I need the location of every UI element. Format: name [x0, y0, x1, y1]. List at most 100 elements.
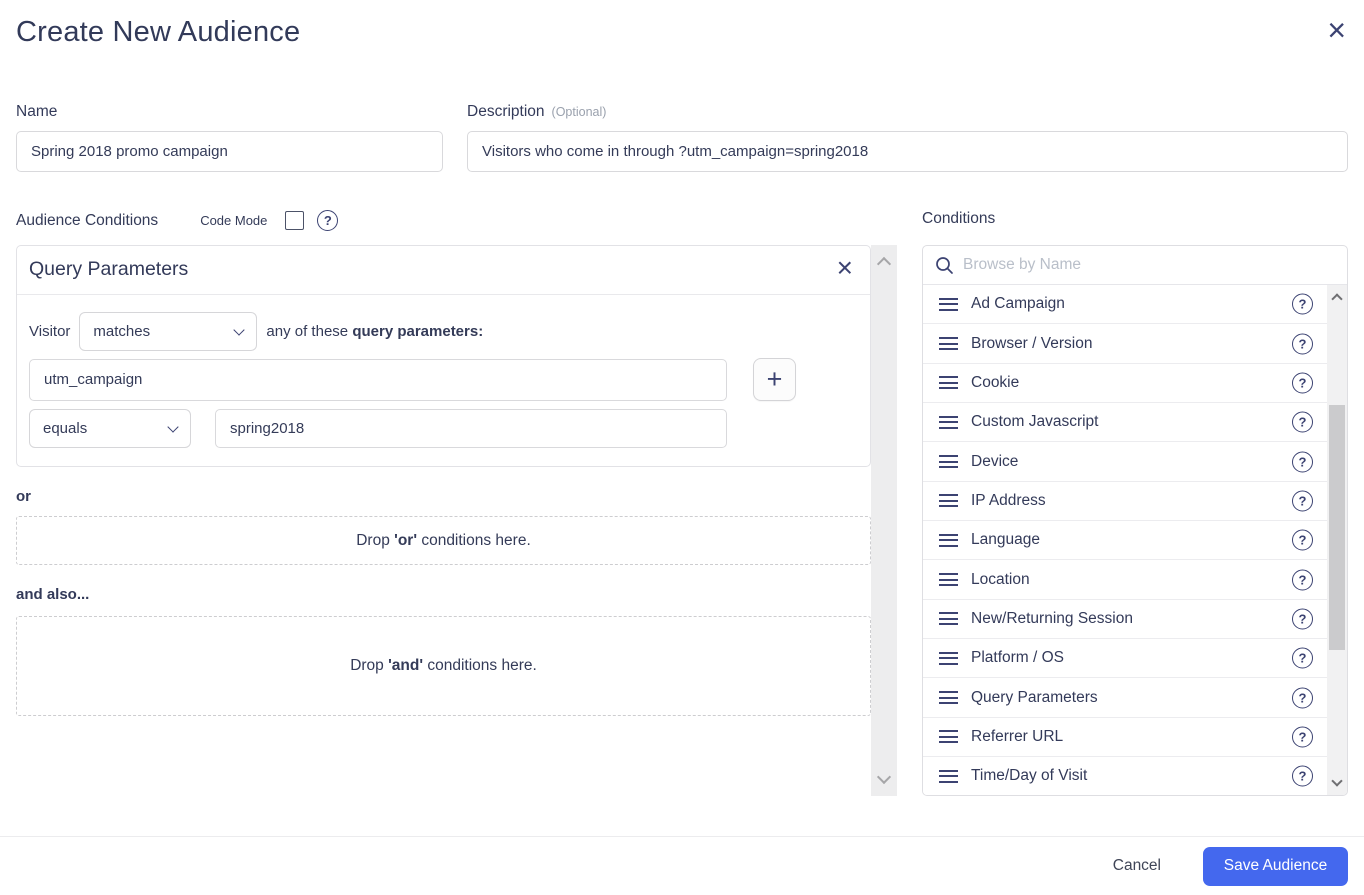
- query-parameters-card: Query Parameters × Visitor matches any o…: [16, 245, 871, 467]
- drag-handle-icon[interactable]: [939, 730, 958, 744]
- drag-handle-icon[interactable]: [939, 494, 958, 508]
- condition-row[interactable]: Cookie ?: [923, 363, 1327, 404]
- condition-row[interactable]: Location ?: [923, 560, 1327, 600]
- code-mode-label: Code Mode: [200, 213, 268, 228]
- drag-handle-icon[interactable]: [939, 297, 958, 311]
- operator-value: equals: [43, 420, 88, 437]
- condition-row[interactable]: New/Returning Session ?: [923, 599, 1327, 640]
- drag-handle-icon[interactable]: [939, 455, 958, 469]
- help-icon[interactable]: ?: [1292, 608, 1313, 630]
- drag-handle-icon[interactable]: [939, 612, 958, 626]
- close-icon[interactable]: ×: [1327, 14, 1346, 46]
- help-icon[interactable]: ?: [1292, 569, 1313, 591]
- condition-row[interactable]: Query Parameters ?: [923, 678, 1327, 718]
- condition-label: Ad Campaign: [971, 295, 1065, 313]
- and-drop-text: Drop 'and' conditions here.: [350, 657, 537, 674]
- condition-row[interactable]: Time/Day of Visit ?: [923, 757, 1327, 795]
- help-icon[interactable]: ?: [1292, 333, 1313, 355]
- condition-row[interactable]: IP Address ?: [923, 481, 1327, 522]
- visitor-label: Visitor: [29, 323, 71, 340]
- card-title: Query Parameters: [29, 258, 189, 280]
- condition-row[interactable]: Custom Javascript ?: [923, 403, 1327, 443]
- create-audience-dialog: Create New Audience × Name Description (O…: [0, 0, 1364, 895]
- condition-label: Language: [971, 531, 1040, 549]
- condition-label: Browser / Version: [971, 334, 1093, 352]
- drag-handle-icon[interactable]: [939, 651, 958, 665]
- help-icon[interactable]: ?: [1292, 372, 1313, 394]
- code-mode-checkbox[interactable]: [285, 211, 305, 230]
- condition-label: Query Parameters: [971, 688, 1098, 706]
- description-label: Description: [467, 103, 545, 120]
- condition-row[interactable]: Referrer URL ?: [923, 717, 1327, 758]
- conditions-panel: Ad Campaign ? Browser / Version ? Cookie…: [922, 245, 1348, 796]
- scroll-down-icon[interactable]: [1331, 775, 1343, 787]
- scroll-down-icon[interactable]: [876, 769, 892, 785]
- or-heading: or: [16, 488, 31, 505]
- condition-label: Custom Javascript: [971, 413, 1099, 431]
- conditions-heading: Conditions: [922, 210, 996, 227]
- search-input[interactable]: [963, 256, 1335, 274]
- code-mode-help-icon[interactable]: ?: [317, 210, 339, 231]
- match-type-value: matches: [93, 323, 151, 340]
- drag-handle-icon[interactable]: [939, 573, 958, 587]
- condition-label: Platform / OS: [971, 649, 1065, 667]
- name-input[interactable]: [16, 131, 443, 172]
- drag-handle-icon[interactable]: [939, 376, 958, 390]
- help-icon[interactable]: ?: [1292, 726, 1313, 748]
- drag-handle-icon[interactable]: [939, 769, 958, 783]
- cancel-button[interactable]: Cancel: [1113, 857, 1161, 875]
- name-label: Name: [16, 103, 58, 120]
- chevron-down-icon: [233, 323, 246, 336]
- condition-row[interactable]: Language ?: [923, 521, 1327, 561]
- and-heading: and also...: [16, 586, 90, 603]
- footer-bar: Cancel Save Audience: [0, 836, 1364, 895]
- add-parameter-button[interactable]: +: [753, 358, 796, 401]
- help-icon[interactable]: ?: [1292, 490, 1313, 512]
- help-icon[interactable]: ?: [1292, 765, 1313, 787]
- description-input[interactable]: [467, 131, 1348, 172]
- condition-label: Referrer URL: [971, 727, 1064, 745]
- scroll-up-icon[interactable]: [1331, 293, 1343, 305]
- search-icon: [936, 256, 953, 274]
- condition-label: Location: [971, 570, 1030, 588]
- help-icon[interactable]: ?: [1292, 451, 1313, 473]
- query-param-name-input[interactable]: [29, 358, 727, 401]
- help-icon[interactable]: ?: [1292, 293, 1313, 315]
- condition-editor-area: Query Parameters × Visitor matches any o…: [16, 245, 897, 796]
- condition-row[interactable]: Ad Campaign ?: [923, 285, 1327, 325]
- or-drop-zone[interactable]: Drop 'or' conditions here.: [16, 516, 871, 565]
- card-close-icon[interactable]: ×: [837, 254, 853, 282]
- drag-handle-icon[interactable]: [939, 691, 958, 705]
- conditions-list: Ad Campaign ? Browser / Version ? Cookie…: [923, 285, 1327, 795]
- condition-label: Device: [971, 452, 1019, 470]
- condition-label: Time/Day of Visit: [971, 767, 1088, 785]
- audience-conditions-heading: Audience Conditions: [16, 211, 159, 229]
- condition-label: Cookie: [971, 373, 1020, 391]
- drag-handle-icon[interactable]: [939, 337, 958, 351]
- help-icon[interactable]: ?: [1292, 529, 1313, 551]
- help-icon[interactable]: ?: [1292, 647, 1313, 669]
- help-icon[interactable]: ?: [1292, 411, 1313, 433]
- save-audience-button[interactable]: Save Audience: [1203, 846, 1348, 886]
- condition-label: New/Returning Session: [971, 609, 1133, 627]
- drag-handle-icon[interactable]: [939, 533, 958, 547]
- scroll-up-icon[interactable]: [876, 256, 892, 272]
- help-icon[interactable]: ?: [1292, 687, 1313, 709]
- match-type-select[interactable]: matches: [79, 312, 258, 351]
- condition-row[interactable]: Platform / OS ?: [923, 639, 1327, 679]
- scrollbar-thumb[interactable]: [1329, 405, 1345, 650]
- page-title: Create New Audience: [16, 16, 301, 48]
- left-scrollbar[interactable]: [871, 245, 897, 796]
- drag-handle-icon[interactable]: [939, 415, 958, 429]
- condition-row[interactable]: Device ?: [923, 442, 1327, 482]
- or-drop-text: Drop 'or' conditions here.: [356, 531, 531, 549]
- condition-row[interactable]: Browser / Version ?: [923, 324, 1327, 364]
- optional-hint: (Optional): [551, 105, 607, 119]
- match-suffix-text: any of these query parameters:: [266, 323, 484, 340]
- query-param-value-input[interactable]: [215, 409, 727, 448]
- operator-select[interactable]: equals: [29, 409, 191, 448]
- right-scrollbar[interactable]: [1327, 285, 1347, 795]
- condition-label: IP Address: [971, 491, 1046, 509]
- chevron-down-icon: [167, 420, 179, 433]
- and-drop-zone[interactable]: Drop 'and' conditions here.: [16, 616, 871, 716]
